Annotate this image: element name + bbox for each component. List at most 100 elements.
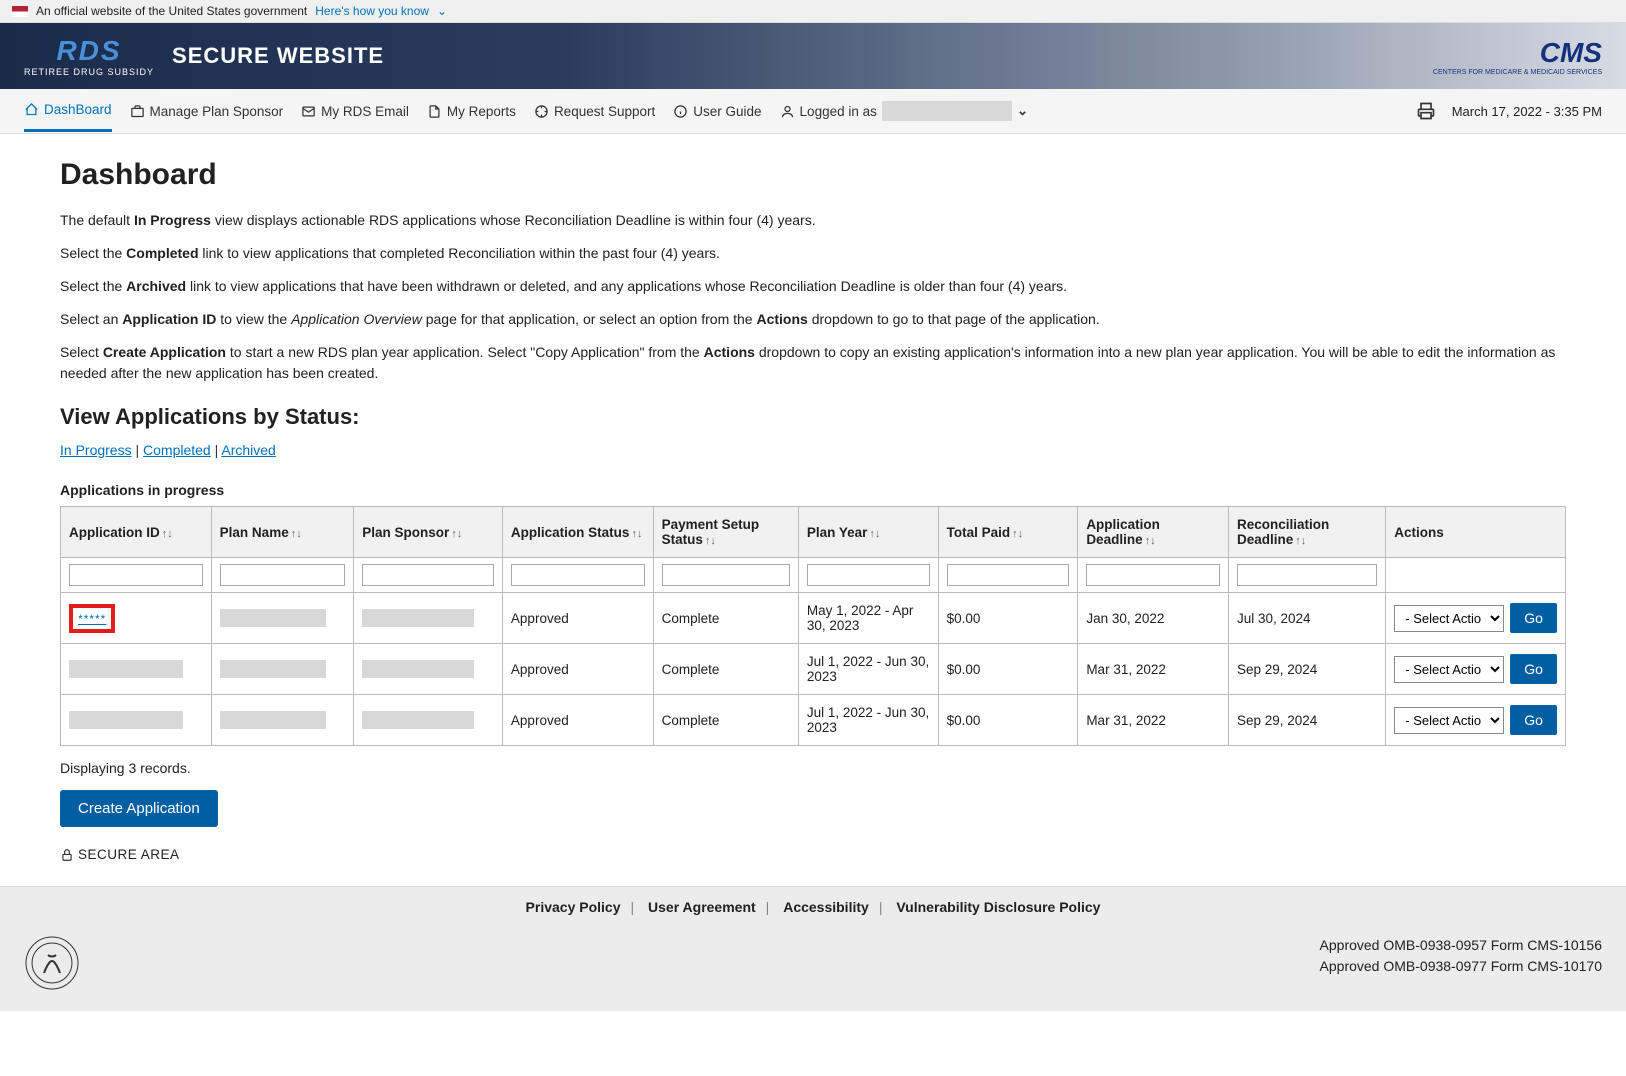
link-vulnerability-disclosure[interactable]: Vulnerability Disclosure Policy: [896, 899, 1100, 915]
link-accessibility[interactable]: Accessibility: [783, 899, 869, 915]
filter-payment-status[interactable]: [662, 564, 790, 586]
create-application-button[interactable]: Create Application: [60, 790, 218, 827]
table-row: *****ApprovedCompleteMay 1, 2022 - Apr 3…: [61, 593, 1566, 644]
chevron-down-icon[interactable]: ⌄: [1017, 103, 1028, 119]
footer-links: Privacy Policy| User Agreement| Accessib…: [0, 886, 1626, 927]
nav-bar: DashBoard Manage Plan Sponsor My RDS Ema…: [0, 89, 1626, 134]
main-content: Dashboard The default In Progress view d…: [0, 134, 1626, 886]
cell-plan-year: Jul 1, 2022 - Jun 30, 2023: [798, 695, 938, 746]
nav-my-rds-email[interactable]: My RDS Email: [301, 92, 409, 131]
sort-icon: ↑↓: [1295, 535, 1306, 547]
instructions: The default In Progress view displays ac…: [60, 210, 1566, 384]
plan-sponsor-redacted: [362, 711, 474, 729]
application-id-redacted: [69, 711, 183, 729]
gov-banner-link[interactable]: Here's how you know: [315, 4, 429, 18]
select-action[interactable]: - Select Action -: [1394, 707, 1504, 734]
nav-logged-in[interactable]: Logged in as ⌄: [780, 89, 1029, 133]
filter-plan-sponsor[interactable]: [362, 564, 494, 586]
col-actions: Actions: [1386, 507, 1566, 558]
sort-icon: ↑↓: [162, 528, 173, 540]
link-completed[interactable]: Completed: [143, 442, 211, 458]
plan-sponsor-redacted: [362, 660, 474, 678]
cell-plan-year: Jul 1, 2022 - Jun 30, 2023: [798, 644, 938, 695]
cell-reconciliation-deadline: Jul 30, 2024: [1228, 593, 1385, 644]
omb-info: Approved OMB-0938-0957 Form CMS-10156 Ap…: [1320, 935, 1602, 977]
link-in-progress[interactable]: In Progress: [60, 442, 132, 458]
cell-total-paid: $0.00: [938, 644, 1078, 695]
col-plan-sponsor[interactable]: Plan Sponsor↑↓: [354, 507, 503, 558]
link-archived[interactable]: Archived: [221, 442, 275, 458]
application-id-link[interactable]: *****: [78, 612, 106, 626]
chevron-down-icon[interactable]: ⌄: [437, 4, 447, 18]
sort-icon: ↑↓: [705, 535, 716, 547]
cell-total-paid: $0.00: [938, 593, 1078, 644]
col-application-deadline[interactable]: Application Deadline↑↓: [1078, 507, 1229, 558]
nav-user-guide[interactable]: User Guide: [673, 92, 761, 131]
filter-application-id[interactable]: [69, 564, 203, 586]
secure-area-label: SECURE AREA: [60, 847, 1566, 862]
filter-plan-year[interactable]: [807, 564, 930, 586]
hhs-seal-icon: [24, 935, 80, 991]
link-user-agreement[interactable]: User Agreement: [648, 899, 756, 915]
plan-name-redacted: [220, 609, 327, 627]
print-icon[interactable]: [1416, 101, 1436, 121]
nav-my-reports[interactable]: My Reports: [427, 92, 516, 131]
applications-table: Application ID↑↓ Plan Name↑↓ Plan Sponso…: [60, 506, 1566, 746]
col-payment-status[interactable]: Payment Setup Status↑↓: [653, 507, 798, 558]
cell-application-deadline: Mar 31, 2022: [1078, 644, 1229, 695]
cell-application-deadline: Mar 31, 2022: [1078, 695, 1229, 746]
cell-application-status: Approved: [502, 695, 653, 746]
home-icon: [24, 102, 39, 117]
col-plan-name[interactable]: Plan Name↑↓: [211, 507, 354, 558]
cell-total-paid: $0.00: [938, 695, 1078, 746]
timestamp: March 17, 2022 - 3:35 PM: [1452, 104, 1602, 119]
filter-application-status[interactable]: [511, 564, 645, 586]
us-flag-icon: [12, 6, 28, 17]
link-privacy-policy[interactable]: Privacy Policy: [526, 899, 621, 915]
col-reconciliation-deadline[interactable]: Reconciliation Deadline↑↓: [1228, 507, 1385, 558]
filter-row: [61, 558, 1566, 593]
nav-manage-plan-sponsor[interactable]: Manage Plan Sponsor: [130, 92, 284, 131]
mail-icon: [301, 104, 316, 119]
records-count: Displaying 3 records.: [60, 760, 1566, 776]
rds-logo: RDS RETIREE DRUG SUBSIDY: [24, 35, 154, 77]
col-plan-year[interactable]: Plan Year↑↓: [798, 507, 938, 558]
sort-icon: ↑↓: [631, 528, 642, 540]
go-button[interactable]: Go: [1510, 603, 1557, 633]
filter-plan-name[interactable]: [220, 564, 346, 586]
select-action[interactable]: - Select Action -: [1394, 656, 1504, 683]
table-row: ApprovedCompleteJul 1, 2022 - Jun 30, 20…: [61, 644, 1566, 695]
support-icon: [534, 104, 549, 119]
cell-application-deadline: Jan 30, 2022: [1078, 593, 1229, 644]
cms-logo: CMS CENTERS FOR MEDICARE & MEDICAID SERV…: [1433, 37, 1602, 76]
view-by-status-heading: View Applications by Status:: [60, 404, 1566, 430]
table-row: ApprovedCompleteJul 1, 2022 - Jun 30, 20…: [61, 695, 1566, 746]
plan-name-redacted: [220, 660, 327, 678]
logged-in-user-redacted: [882, 101, 1012, 121]
go-button[interactable]: Go: [1510, 705, 1557, 735]
application-id-redacted: [69, 660, 183, 678]
go-button[interactable]: Go: [1510, 654, 1557, 684]
nav-dashboard[interactable]: DashBoard: [24, 90, 112, 132]
plan-name-redacted: [220, 711, 327, 729]
cell-payment-status: Complete: [653, 644, 798, 695]
info-icon: [673, 104, 688, 119]
sort-icon: ↑↓: [291, 528, 302, 540]
filter-reconciliation-deadline[interactable]: [1237, 564, 1377, 586]
table-header-row: Application ID↑↓ Plan Name↑↓ Plan Sponso…: [61, 507, 1566, 558]
col-total-paid[interactable]: Total Paid↑↓: [938, 507, 1078, 558]
col-application-status[interactable]: Application Status↑↓: [502, 507, 653, 558]
sort-icon: ↑↓: [451, 528, 462, 540]
filter-total-paid[interactable]: [947, 564, 1070, 586]
filter-application-deadline[interactable]: [1086, 564, 1220, 586]
nav-request-support[interactable]: Request Support: [534, 92, 655, 131]
cell-payment-status: Complete: [653, 593, 798, 644]
select-action[interactable]: - Select Action -: [1394, 605, 1504, 632]
cell-reconciliation-deadline: Sep 29, 2024: [1228, 695, 1385, 746]
cell-application-status: Approved: [502, 644, 653, 695]
user-icon: [780, 104, 795, 119]
sort-icon: ↑↓: [1012, 528, 1023, 540]
col-application-id[interactable]: Application ID↑↓: [61, 507, 212, 558]
briefcase-icon: [130, 104, 145, 119]
status-links: In Progress | Completed | Archived: [60, 442, 1566, 458]
